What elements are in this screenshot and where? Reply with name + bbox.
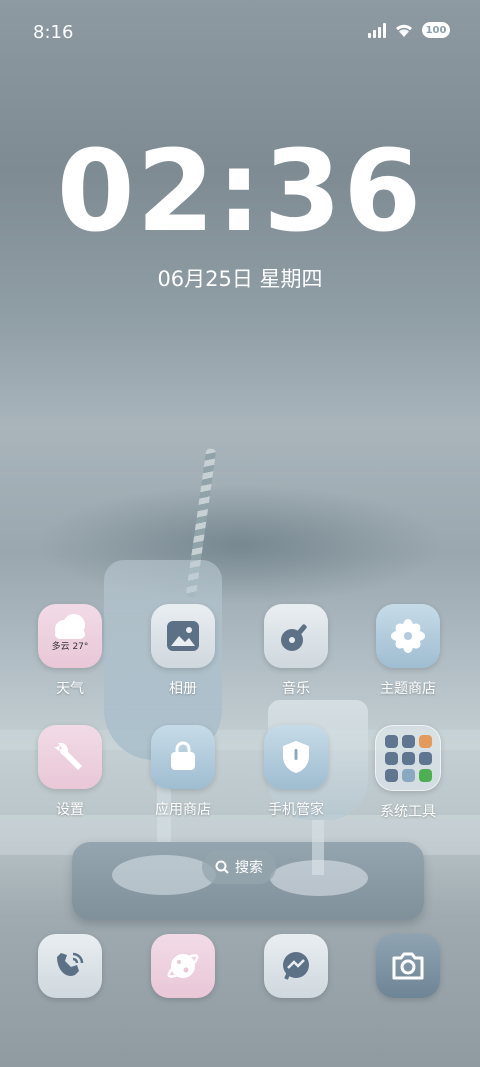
guitar-icon xyxy=(281,624,307,651)
search-icon xyxy=(215,860,229,874)
messenger-icon xyxy=(283,952,309,980)
browser-icon xyxy=(167,954,199,978)
app-label: 音乐 xyxy=(282,681,310,697)
weather-badge: 多云 27° xyxy=(51,642,89,652)
app-label: 设置 xyxy=(56,802,84,818)
search-label: 搜索 xyxy=(235,860,263,876)
wrench-icon xyxy=(54,742,82,770)
dock-phone[interactable] xyxy=(38,934,102,998)
app-label: 手机管家 xyxy=(268,802,324,818)
battery-level: 100 xyxy=(425,24,447,36)
app-label: 相册 xyxy=(169,681,197,697)
store-tile[interactable] xyxy=(151,725,215,789)
app-settings[interactable]: 设置 xyxy=(18,725,122,819)
weather-tile[interactable]: 多云 27° xyxy=(38,604,102,668)
status-time: 8:16 xyxy=(33,22,74,43)
picture-icon xyxy=(167,621,199,651)
flower-icon xyxy=(391,619,425,653)
status-bar: 8:16 100 xyxy=(0,0,480,64)
camera-icon xyxy=(392,952,424,980)
lockscreen-clock: 02:36 xyxy=(56,127,424,257)
dock-messages[interactable] xyxy=(264,934,328,998)
app-label: 天气 xyxy=(56,681,84,697)
app-music[interactable]: 音乐 xyxy=(244,604,348,698)
app-phone-manager[interactable]: 手机管家 xyxy=(244,725,348,819)
folder-grid-icon xyxy=(384,734,432,782)
app-gallery[interactable]: 相册 xyxy=(131,604,235,698)
cloud-icon: 多云 27° xyxy=(44,613,96,659)
app-system-tools[interactable]: 系统工具 xyxy=(356,725,460,821)
glass-foot-left xyxy=(112,855,216,895)
settings-tile[interactable] xyxy=(38,725,102,789)
status-icons: 100 xyxy=(368,22,450,38)
folder-tile[interactable] xyxy=(375,725,441,791)
app-theme-store[interactable]: 主题商店 xyxy=(356,604,460,698)
glass-foot-right xyxy=(270,860,368,896)
wifi-icon xyxy=(396,24,412,37)
app-label: 主题商店 xyxy=(380,681,436,697)
app-label: 应用商店 xyxy=(155,802,211,818)
lockscreen-date: 06月25日 星期四 xyxy=(157,267,323,291)
dock-camera[interactable] xyxy=(376,934,440,998)
shopping-bag-icon xyxy=(171,741,195,770)
music-tile[interactable] xyxy=(264,604,328,668)
search-button[interactable]: 搜索 xyxy=(202,850,276,884)
shield-icon xyxy=(283,741,309,773)
signal-icon xyxy=(368,22,386,38)
theme-tile[interactable] xyxy=(376,604,440,668)
app-store[interactable]: 应用商店 xyxy=(131,725,235,819)
gallery-tile[interactable] xyxy=(151,604,215,668)
battery-icon: 100 xyxy=(422,22,450,38)
manager-tile[interactable] xyxy=(264,725,328,789)
phone-icon xyxy=(57,952,84,976)
dock-browser[interactable] xyxy=(151,934,215,998)
app-weather[interactable]: 多云 27° 天气 xyxy=(18,604,122,698)
app-label: 系统工具 xyxy=(380,804,436,820)
